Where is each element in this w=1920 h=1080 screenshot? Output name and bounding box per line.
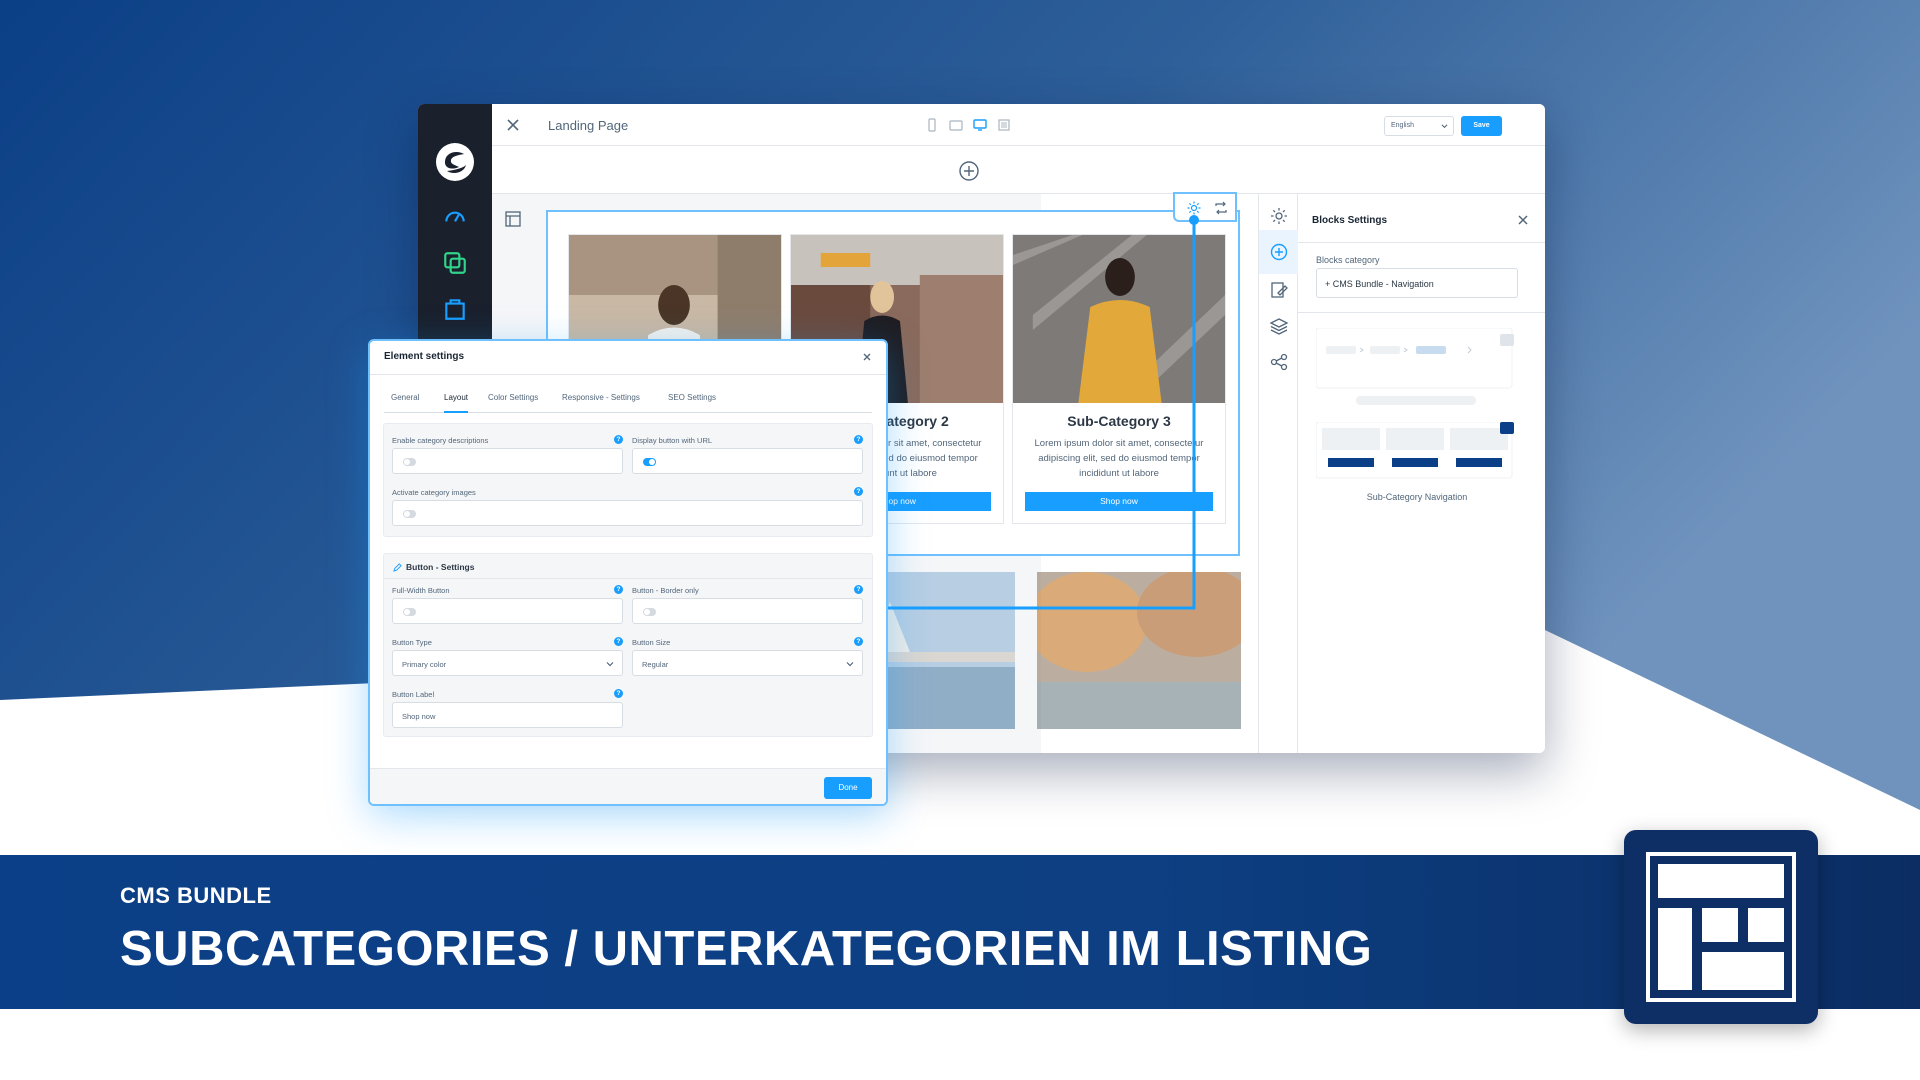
divider: [384, 578, 872, 579]
tab-layout[interactable]: Layout: [444, 393, 469, 413]
edit-content-icon[interactable]: [1269, 280, 1289, 300]
help-icon[interactable]: ?: [614, 435, 623, 444]
select-value: Primary color: [402, 660, 447, 669]
button-settings-group: Button - Settings Full-Width Button ? Bu…: [383, 553, 873, 737]
close-editor-icon[interactable]: [504, 116, 522, 134]
field-label: Button Type: [392, 638, 432, 647]
blocks-settings-panel: Blocks Settings Blocks category + CMS Bu…: [1298, 194, 1545, 753]
layers-icon[interactable]: [1269, 316, 1289, 336]
tablet-view-icon[interactable]: [948, 117, 964, 133]
enable-descriptions-toggle[interactable]: [403, 458, 416, 466]
blocks-category-select[interactable]: + CMS Bundle - Navigation: [1316, 268, 1518, 298]
desktop-view-icon[interactable]: [972, 117, 988, 133]
field-label: Button Size: [632, 638, 671, 647]
help-icon[interactable]: ?: [854, 637, 863, 646]
chevron-down-icon: [846, 662, 854, 667]
activate-images-toggle[interactable]: [403, 510, 416, 518]
tab-seo-settings[interactable]: SEO Settings: [668, 393, 716, 413]
activate-images-field: [392, 500, 863, 526]
page-title: Landing Page: [548, 118, 629, 133]
display-button-url-toggle[interactable]: [643, 458, 656, 466]
modal-footer: Done: [370, 768, 886, 804]
layout-grid-icon: [1646, 852, 1796, 1002]
modal-tabs: General Layout Color Settings Responsive…: [384, 393, 872, 413]
button-type-select[interactable]: Primary color: [392, 650, 623, 676]
modal-header: Element settings: [370, 341, 886, 375]
button-size-select[interactable]: Regular: [632, 650, 863, 676]
add-section-icon[interactable]: [958, 160, 980, 182]
field-label: Full-Width Button: [392, 586, 450, 595]
banner-subtitle: CMS BUNDLE: [120, 883, 272, 908]
editor-topbar: Landing Page English Save: [492, 104, 1545, 146]
block-preview-breadcrumb[interactable]: [1316, 328, 1518, 408]
language-value: English: [1391, 122, 1414, 129]
catalog-icon[interactable]: [442, 250, 468, 276]
language-select[interactable]: English: [1384, 116, 1454, 136]
settings-gear-icon[interactable]: [1269, 206, 1289, 226]
divider: [1298, 312, 1545, 313]
help-icon[interactable]: ?: [614, 585, 623, 594]
sidebar-tabs: [1258, 194, 1299, 753]
tab-general[interactable]: General: [391, 393, 419, 413]
enable-descriptions-field: [392, 448, 623, 474]
tab-responsive-settings[interactable]: Responsive - Settings: [562, 393, 640, 413]
button-label-input[interactable]: Shop now: [392, 702, 623, 728]
layout-badge: [1624, 830, 1818, 1024]
help-icon[interactable]: ?: [854, 435, 863, 444]
help-icon[interactable]: ?: [614, 689, 623, 698]
chevron-down-icon: [606, 662, 614, 667]
panel-title: Blocks Settings: [1312, 215, 1388, 226]
help-icon[interactable]: ?: [854, 487, 863, 496]
share-icon[interactable]: [1269, 352, 1289, 372]
modal-body: Enable category descriptions ? Display b…: [370, 413, 886, 768]
save-button[interactable]: Save: [1461, 116, 1502, 136]
pencil-icon: [393, 563, 402, 572]
dashboard-icon[interactable]: [442, 204, 468, 230]
close-modal-icon[interactable]: [862, 352, 872, 362]
mobile-view-icon[interactable]: [924, 117, 940, 133]
field-label: Activate category images: [392, 488, 476, 497]
shopware-logo-icon: [436, 143, 474, 181]
help-icon[interactable]: ?: [614, 637, 623, 646]
chevron-down-icon: [1441, 124, 1448, 129]
border-only-toggle[interactable]: [643, 608, 656, 616]
device-switcher: [924, 117, 1012, 133]
block-preview-subcategory-navigation[interactable]: [1316, 422, 1518, 482]
modal-title: Element settings: [384, 351, 465, 362]
element-settings-modal: Element settings General Layout Color Se…: [368, 339, 888, 806]
close-panel-icon[interactable]: [1517, 214, 1529, 226]
block-preview-caption: Sub-Category Navigation: [1366, 492, 1468, 502]
input-value: Shop now: [402, 712, 436, 721]
group-title: Button - Settings: [406, 562, 475, 572]
field-label: Button - Border only: [632, 586, 699, 595]
help-icon[interactable]: ?: [854, 585, 863, 594]
field-label: Enable category descriptions: [392, 436, 489, 445]
divider: [1298, 242, 1545, 243]
add-section-row: [492, 146, 1545, 194]
orders-icon[interactable]: [442, 296, 468, 322]
add-block-icon[interactable]: [1269, 242, 1289, 262]
border-only-field: [632, 598, 863, 624]
display-settings-group: Enable category descriptions ? Display b…: [383, 423, 873, 537]
banner-title: SUBCATEGORIES / UNTERKATEGORIEN IM LISTI…: [120, 922, 1373, 976]
form-view-icon[interactable]: [996, 117, 1012, 133]
select-value: Regular: [642, 660, 669, 669]
display-button-url-field: [632, 448, 863, 474]
field-label: Display button with URL: [632, 436, 713, 445]
done-button[interactable]: Done: [824, 777, 872, 799]
blocks-category-label: Blocks category: [1316, 255, 1380, 265]
full-width-field: [392, 598, 623, 624]
full-width-toggle[interactable]: [403, 608, 416, 616]
section-layout-icon[interactable]: [504, 210, 522, 228]
tab-color-settings[interactable]: Color Settings: [488, 393, 538, 413]
field-label: Button Label: [392, 690, 435, 699]
